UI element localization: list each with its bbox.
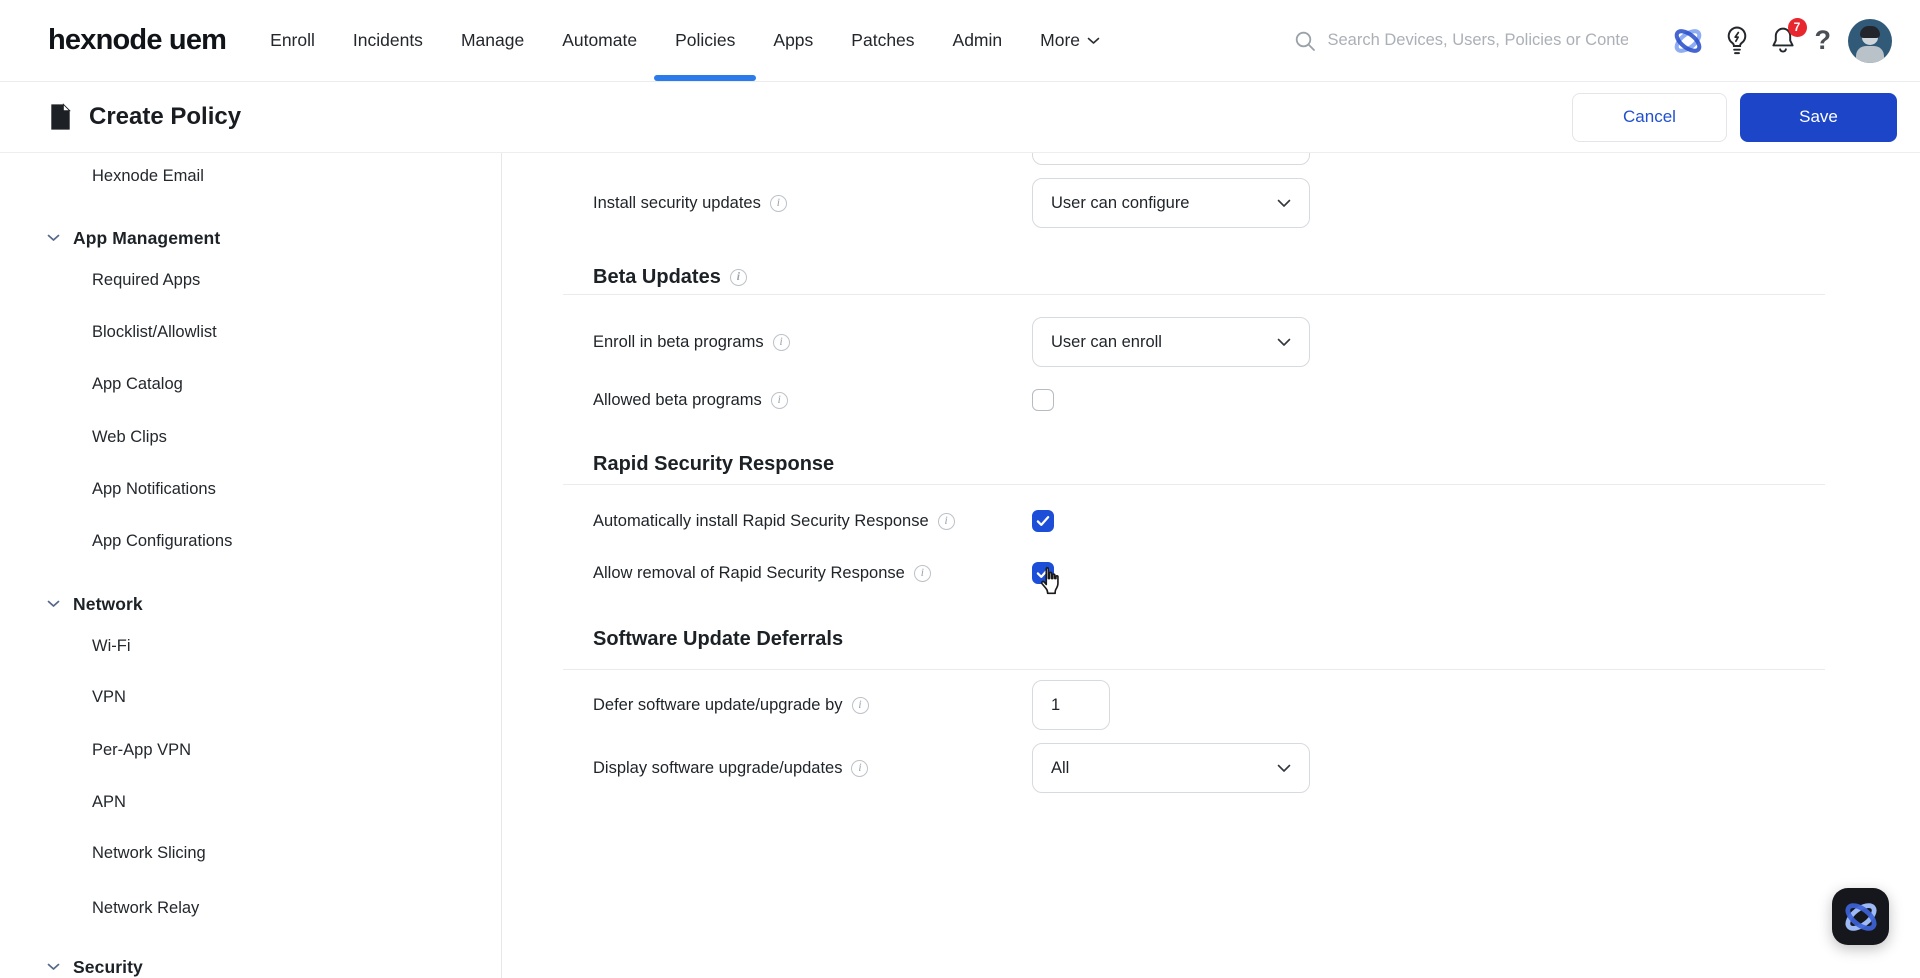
info-icon[interactable] (914, 565, 931, 582)
cancel-button[interactable]: Cancel (1572, 93, 1727, 142)
defer-days-input[interactable] (1032, 680, 1110, 730)
info-icon[interactable] (938, 513, 955, 530)
sidebar-item-network-slicing[interactable]: Network Slicing (0, 827, 501, 879)
field-label: Display software upgrade/updates (593, 759, 842, 778)
select-value: All (1051, 759, 1277, 778)
auto-install-rsr-checkbox[interactable] (1032, 510, 1054, 532)
notifications-button[interactable]: 7 (1768, 25, 1798, 57)
field-label: Automatically install Rapid Security Res… (593, 512, 929, 531)
nav-item-patches[interactable]: Patches (851, 0, 914, 82)
section-divider (563, 669, 1825, 670)
sidebar-item-app-catalog[interactable]: App Catalog (0, 358, 501, 410)
genie-icon (1670, 25, 1706, 57)
field-label: Defer software update/upgrade by (593, 696, 843, 715)
info-icon[interactable] (771, 392, 788, 409)
whats-new-button[interactable] (1723, 25, 1751, 57)
genie-icon (1841, 899, 1881, 935)
chevron-down-icon (47, 600, 60, 608)
sidebar-section-security[interactable]: Security (0, 941, 501, 978)
genie-assistant-button[interactable] (1832, 888, 1889, 945)
sidebar-item-hexnode-email[interactable]: Hexnode Email (0, 153, 501, 202)
clipped-select[interactable] (1032, 153, 1310, 165)
info-icon[interactable] (773, 334, 790, 351)
field-label: Allow removal of Rapid Security Response (593, 564, 905, 583)
sidebar-item-network-relay[interactable]: Network Relay (0, 882, 501, 934)
save-button[interactable]: Save (1740, 93, 1897, 142)
nav-item-manage[interactable]: Manage (461, 0, 524, 82)
allow-removal-rsr-checkbox[interactable] (1032, 562, 1054, 584)
chevron-down-icon (47, 234, 60, 242)
sidebar-item-wifi[interactable]: Wi-Fi (0, 620, 501, 672)
sidebar-item-web-clips[interactable]: Web Clips (0, 411, 501, 463)
chevron-down-icon (1087, 37, 1100, 45)
checkmark-icon (1036, 567, 1050, 579)
avatar[interactable] (1848, 19, 1892, 63)
sidebar-item-app-notifications[interactable]: App Notifications (0, 463, 501, 515)
policy-sidebar: Hexnode Email App Management Required Ap… (0, 153, 502, 978)
defer-update-row: Defer software update/upgrade by (502, 680, 1920, 730)
allowed-beta-row: Allowed beta programs (502, 375, 1920, 425)
help-icon[interactable] (1815, 27, 1832, 54)
section-divider (563, 484, 1825, 485)
hexnode-uem-app: hexnode uem Enroll Incidents Manage Auto… (0, 0, 1920, 978)
sidebar-item-blocklist-allowlist[interactable]: Blocklist/Allowlist (0, 306, 501, 358)
global-search (1294, 30, 1644, 52)
field-label: Enroll in beta programs (593, 333, 764, 352)
install-security-updates-row: Install security updates User can config… (502, 178, 1920, 228)
checkmark-icon (1036, 515, 1050, 527)
info-icon[interactable] (851, 760, 868, 777)
notification-badge: 7 (1788, 18, 1807, 37)
nav-item-apps[interactable]: Apps (773, 0, 813, 82)
sidebar-item-required-apps[interactable]: Required Apps (0, 254, 501, 306)
search-icon (1294, 30, 1316, 52)
enroll-beta-select[interactable]: User can enroll (1032, 317, 1310, 367)
hexnode-logo[interactable]: hexnode uem (48, 24, 226, 57)
allow-removal-rsr-row: Allow removal of Rapid Security Response (502, 548, 1920, 598)
display-updates-select[interactable]: All (1032, 743, 1310, 793)
info-icon[interactable] (770, 195, 787, 212)
page-title: Create Policy (89, 103, 241, 131)
allowed-beta-checkbox[interactable] (1032, 389, 1054, 411)
software-update-deferrals-heading: Software Update Deferrals (593, 624, 843, 654)
nav-item-more[interactable]: More (1040, 0, 1100, 82)
nav-item-enroll[interactable]: Enroll (270, 0, 315, 82)
chevron-down-icon (1277, 764, 1291, 773)
navbar-icons: 7 (1670, 19, 1893, 63)
search-input[interactable] (1328, 31, 1628, 50)
select-value: User can enroll (1051, 333, 1277, 352)
rapid-security-response-heading: Rapid Security Response (593, 449, 834, 479)
genie-button[interactable] (1670, 25, 1706, 57)
bulb-icon (1723, 25, 1751, 57)
policy-document-icon (49, 103, 72, 131)
nav-item-policies[interactable]: Policies (675, 0, 735, 82)
sidebar-item-app-configurations[interactable]: App Configurations (0, 515, 501, 567)
display-updates-row: Display software upgrade/updates All (502, 743, 1920, 793)
enroll-beta-row: Enroll in beta programs User can enroll (502, 317, 1920, 367)
select-value: User can configure (1051, 194, 1277, 213)
field-label: Allowed beta programs (593, 391, 762, 410)
sidebar-item-apn[interactable]: APN (0, 776, 501, 828)
policy-settings-panel: Install security updates User can config… (502, 153, 1920, 978)
info-icon[interactable] (852, 697, 869, 714)
top-navbar: hexnode uem Enroll Incidents Manage Auto… (0, 0, 1920, 82)
info-icon[interactable] (730, 269, 747, 286)
page-header: Create Policy Cancel Save (0, 82, 1920, 153)
beta-updates-heading: Beta Updates (593, 262, 747, 292)
field-label: Install security updates (593, 194, 761, 213)
sidebar-item-vpn[interactable]: VPN (0, 671, 501, 723)
nav-item-automate[interactable]: Automate (562, 0, 637, 82)
section-divider (563, 294, 1825, 295)
chevron-down-icon (1277, 338, 1291, 347)
install-security-updates-select[interactable]: User can configure (1032, 178, 1310, 228)
sidebar-item-per-app-vpn[interactable]: Per-App VPN (0, 724, 501, 776)
chevron-down-icon (47, 963, 60, 971)
main-nav: Enroll Incidents Manage Automate Policie… (270, 0, 1100, 82)
nav-item-incidents[interactable]: Incidents (353, 0, 423, 82)
nav-item-admin[interactable]: Admin (953, 0, 1003, 82)
chevron-down-icon (1277, 199, 1291, 208)
auto-install-rsr-row: Automatically install Rapid Security Res… (502, 496, 1920, 546)
